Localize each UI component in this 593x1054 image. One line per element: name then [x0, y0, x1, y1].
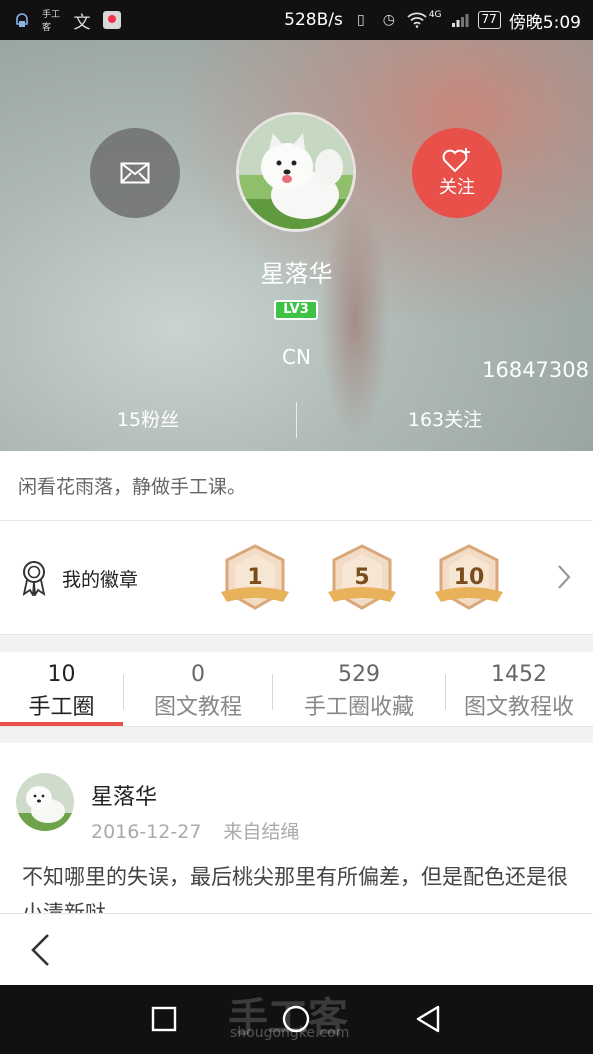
- heart-plus-icon: [442, 148, 470, 173]
- network-speed: 528B/s: [284, 10, 343, 30]
- tab-tutorials[interactable]: 0 图文教程: [124, 652, 272, 726]
- post-body: 不知哪里的失误，最后桃尖那里有所偏差，但是配色还是很小清新哒: [22, 865, 568, 913]
- level-badge: LV3: [274, 300, 318, 320]
- section-divider: [0, 727, 593, 743]
- medal-ribbon-icon: [22, 561, 46, 596]
- profile-stats: 15粉丝 163关注: [0, 400, 593, 440]
- profile-header: 关注 星落华 LV3 CN 16847308 15粉丝 163关注: [0, 40, 593, 451]
- profile-user-id: 16847308: [482, 358, 589, 382]
- tab-count: 10: [47, 662, 76, 687]
- post-source: 来自结绳: [223, 821, 300, 843]
- badge-medal-10-label: 10: [454, 565, 485, 590]
- notification-icon: [12, 10, 32, 30]
- wifi-icon: [407, 10, 427, 30]
- envelope-icon: [120, 162, 150, 184]
- post-meta: 2016-12-27 来自结绳: [91, 817, 299, 844]
- tab-label: 手工圈收藏: [303, 695, 414, 720]
- content-tabs: 10 手工圈 0 图文教程 529 手工圈收藏 1452 图文教程收: [0, 652, 593, 727]
- translate-icon: 文: [73, 12, 91, 33]
- network-type: 4G: [428, 10, 442, 20]
- clock: 傍晚5:09: [508, 12, 581, 33]
- badge-medal-10[interactable]: 10: [433, 544, 505, 612]
- profile-avatar[interactable]: [236, 112, 356, 232]
- badges-row[interactable]: 我的徽章 1 5 10: [0, 522, 593, 634]
- badge-medal-1[interactable]: 1: [219, 544, 291, 612]
- status-bar: 手工客 文 528B/s ▯ ◷ 4G 77 傍晚5:09: [0, 0, 593, 40]
- tab-tutorial-favorites[interactable]: 1452 图文教程收: [446, 652, 592, 726]
- tab-count: 1452: [491, 662, 547, 687]
- badge-medal-5-label: 5: [354, 565, 369, 590]
- maps-icon: [102, 10, 122, 30]
- system-nav-bar: 手工客 shougongke.com: [0, 985, 593, 1054]
- battery-indicator: 77: [477, 11, 501, 29]
- tab-count: 0: [191, 662, 205, 687]
- alarm-icon: ◷: [382, 12, 395, 28]
- badge-medal-1-label: 1: [247, 565, 262, 590]
- back-arrow-icon[interactable]: [26, 932, 56, 968]
- tab-label: 手工圈: [28, 695, 95, 720]
- message-button[interactable]: [90, 128, 180, 218]
- post-date: 2016-12-27: [91, 821, 202, 843]
- tab-handcraft-circle[interactable]: 10 手工圈: [0, 652, 123, 726]
- follow-button[interactable]: 关注: [412, 128, 502, 218]
- post-author-name[interactable]: 星落华: [91, 779, 157, 811]
- profile-bio: 闲看花雨落，静做手工课。: [0, 451, 593, 521]
- recent-apps-icon[interactable]: [148, 1003, 180, 1035]
- tab-circle-favorites[interactable]: 529 手工圈收藏: [273, 652, 445, 726]
- section-divider: [0, 634, 593, 652]
- dog-photo: [16, 773, 74, 831]
- profile-username: 星落华: [260, 260, 333, 288]
- badges-title: 我的徽章: [62, 568, 139, 591]
- follow-label: 关注: [439, 177, 475, 198]
- home-icon[interactable]: [280, 1003, 312, 1035]
- app-icon: 手工客: [42, 10, 61, 33]
- tab-label: 图文教程收: [463, 695, 574, 720]
- status-left-icons: 手工客 文: [12, 10, 122, 33]
- bottom-toolbar: [0, 913, 593, 985]
- post-card[interactable]: 星落华 2016-12-27 来自结绳 不知哪里的失误，最后桃尖那里有所偏差，但是…: [0, 743, 593, 913]
- chevron-right-icon[interactable]: [555, 562, 573, 592]
- fans-count[interactable]: 15粉丝: [0, 400, 296, 440]
- tab-label: 图文教程: [153, 695, 242, 720]
- badge-medal-5[interactable]: 5: [326, 544, 398, 612]
- vibrate-icon: ▯: [356, 12, 365, 28]
- dog-photo: [239, 115, 353, 229]
- tab-count: 529: [338, 662, 380, 687]
- post-author-avatar[interactable]: [16, 773, 74, 831]
- signal-icon: [450, 10, 470, 30]
- nav-back-icon[interactable]: [412, 1003, 444, 1035]
- following-count[interactable]: 163关注: [297, 400, 593, 440]
- status-right: 528B/s ▯ ◷ 4G 77 傍晚5:09: [284, 8, 581, 33]
